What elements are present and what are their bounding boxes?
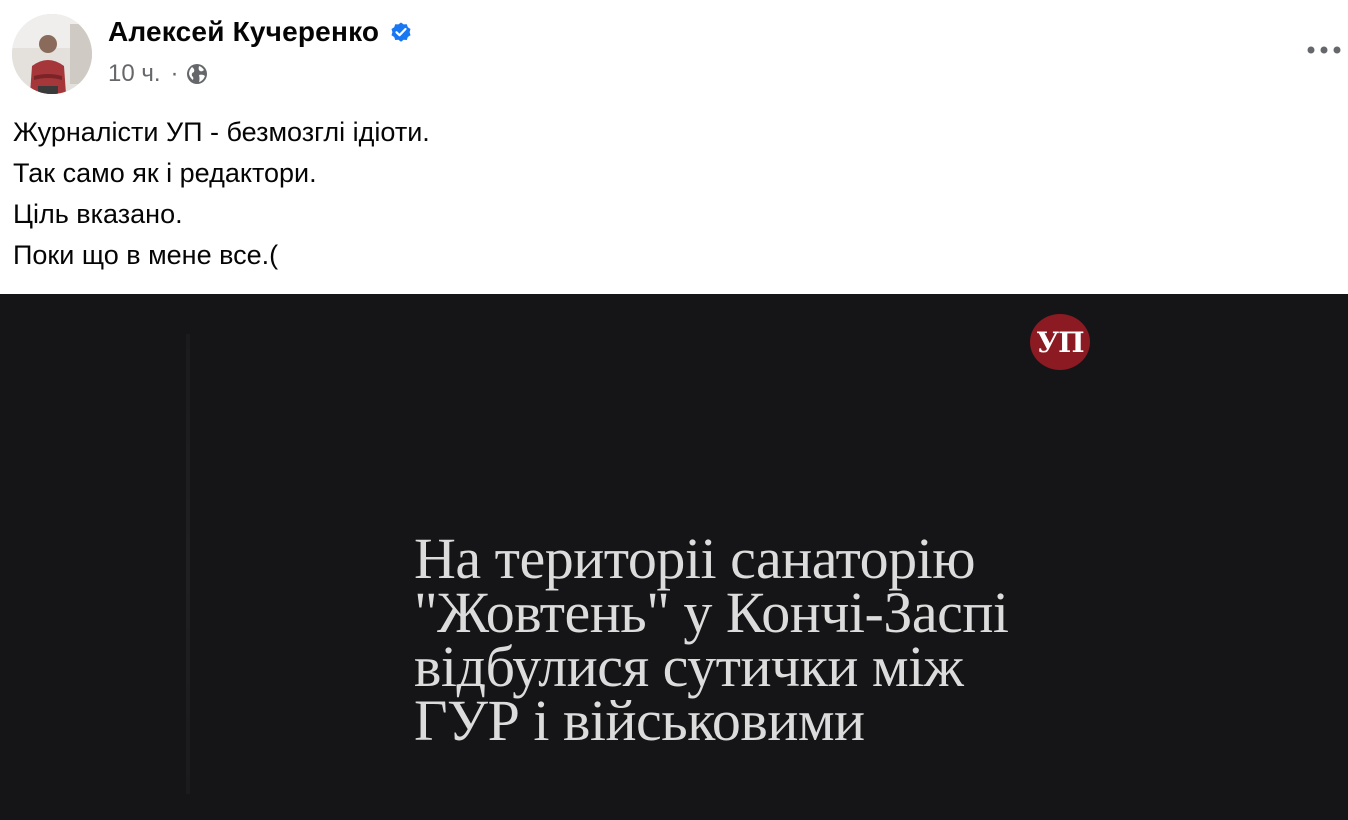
headline-line: ГУР і військовими: [414, 688, 865, 753]
post-text-line: Ціль вказано.: [13, 199, 183, 229]
author-name[interactable]: Алексей Кучеренко: [108, 16, 379, 48]
globe-icon[interactable]: [185, 62, 209, 86]
meta-separator: ·: [170, 60, 179, 87]
more-options-button[interactable]: [1300, 28, 1348, 72]
post-message: Журналісти УП - безмозглі ідіоти. Так са…: [13, 112, 430, 276]
headline-line: відбулися сутички між: [414, 634, 964, 699]
media-edge: [186, 334, 190, 794]
avatar-photo: [12, 14, 92, 94]
post-text-line: Журналісти УП - безмозглі ідіоти.: [13, 117, 430, 147]
media-headline: На територіі санаторію "Жовтень" у Кончі…: [414, 526, 1009, 753]
post-timestamp[interactable]: 10 ч.: [108, 60, 161, 88]
post-text-line: Поки що в мене все.(: [13, 240, 279, 270]
avatar[interactable]: [12, 14, 92, 94]
headline-line: На територіі санаторію: [414, 526, 976, 591]
post-header: Алексей Кучеренко 10 ч. ·: [0, 0, 1348, 100]
post-media[interactable]: УП На територіі санаторію "Жовтень" у Ко…: [0, 294, 1348, 820]
headline-line: "Жовтень" у Кончі-Заспі: [414, 580, 1009, 645]
post-text-line: Так само як і редактори.: [13, 158, 317, 188]
up-logo: УП: [1030, 314, 1090, 370]
post-meta: 10 ч. ·: [108, 60, 209, 88]
verified-badge-icon: [389, 20, 413, 44]
more-horizontal-icon: [1307, 46, 1341, 54]
author-row: Алексей Кучеренко: [108, 16, 413, 48]
